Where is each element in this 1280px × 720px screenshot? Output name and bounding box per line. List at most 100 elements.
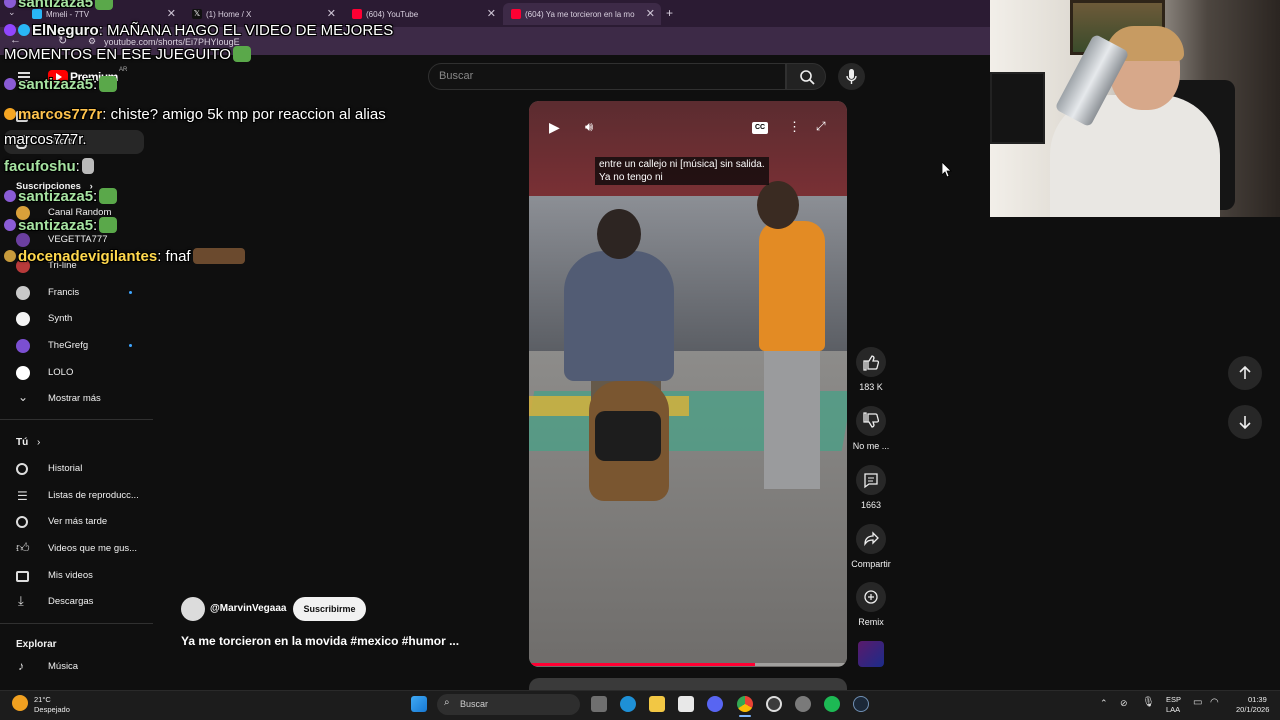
play-icon[interactable]: ▶ — [549, 119, 560, 136]
chat-message: marcos777r: chiste? amigo 5k mp por reac… — [4, 106, 386, 123]
sidebar-item-liked-videos[interactable]: 👍︎ Videos que me gus... — [0, 537, 153, 561]
you-section-header[interactable]: Tú › — [16, 437, 40, 448]
channel-name[interactable]: @MarvinVegaaa — [210, 603, 286, 614]
chat-text: : chiste? amigo 5k mp por reaccion al al… — [102, 106, 386, 123]
chat-username: ElNeguro — [32, 22, 99, 39]
weather-description[interactable]: Despejado — [34, 705, 70, 714]
microphone-icon[interactable]: 🎙︎ — [1142, 697, 1155, 708]
windows-start-icon[interactable] — [411, 696, 427, 712]
sidebar-item-label: Listas de reproducc... — [48, 490, 139, 501]
wifi-icon[interactable]: ◠ — [1210, 697, 1219, 708]
close-icon[interactable]: ✕ — [167, 7, 176, 20]
previous-short-button[interactable] — [1228, 356, 1262, 390]
weather-temperature[interactable]: 21°C — [34, 695, 51, 704]
new-tab-button[interactable]: + — [666, 6, 673, 20]
chat-text: MOMENTOS EN ESE JUEGUITO — [4, 46, 231, 63]
tab-title: (604) Ya me torcieron en la mo — [525, 9, 635, 19]
search-input[interactable] — [428, 63, 786, 90]
more-options-icon[interactable]: ⋮ — [788, 119, 801, 135]
task-view-icon[interactable] — [591, 696, 607, 712]
chevron-down-icon: ⌄ — [18, 390, 29, 404]
display-icon[interactable]: ▭ — [1193, 697, 1202, 708]
dislike-button[interactable] — [856, 406, 886, 436]
close-icon[interactable]: ✕ — [646, 7, 655, 20]
chat-badge-icon — [4, 190, 16, 202]
sidebar-item-watch-later[interactable]: Ver más tarde — [0, 510, 153, 534]
sidebar-item-subscription[interactable]: TheGrefg — [0, 334, 153, 358]
like-button[interactable] — [856, 347, 886, 377]
sidebar-item-my-videos[interactable]: Mis videos — [0, 564, 153, 588]
chat-username: santizaza5 — [18, 0, 94, 11]
sidebar-item-history[interactable]: Historial — [0, 457, 153, 481]
next-short-button[interactable] — [1228, 405, 1262, 439]
sidebar-divider — [0, 623, 153, 624]
next-short-preview[interactable] — [529, 678, 847, 690]
fullscreen-icon[interactable]: ⤢ — [816, 119, 826, 134]
explore-header: Explorar — [16, 639, 57, 650]
chat-badge-icon — [18, 24, 30, 36]
close-icon[interactable]: ✕ — [487, 7, 496, 20]
settings-icon[interactable] — [795, 696, 811, 712]
steam-icon[interactable] — [853, 696, 869, 712]
remix-label: Remix — [858, 617, 884, 627]
discord-icon[interactable] — [707, 696, 723, 712]
emote-icon — [81, 158, 94, 174]
volume-icon[interactable]: 🔊︎ — [585, 119, 593, 135]
chat-text: : — [93, 217, 98, 234]
tab-title: (604) YouTube — [366, 9, 419, 19]
video-title[interactable]: Ya me torcieron en la movida #mexico #hu… — [181, 634, 459, 648]
fnaf-emote-icon — [192, 248, 245, 264]
show-more-button[interactable]: ⌄ Mostrar más — [0, 387, 153, 411]
arrow-up-icon — [1239, 365, 1251, 379]
chat-username: santizaza5 — [18, 188, 94, 205]
video-scene — [564, 251, 674, 381]
subscribe-button[interactable]: Suscribirme — [293, 597, 366, 621]
sidebar-item-label: Videos que me gus... — [48, 543, 138, 554]
obs-icon[interactable] — [766, 696, 782, 712]
avatar[interactable] — [181, 597, 205, 621]
close-icon[interactable]: ✕ — [327, 7, 336, 20]
voice-search-button[interactable] — [838, 63, 865, 90]
taskbar-search-input[interactable] — [437, 694, 580, 715]
share-button[interactable] — [856, 524, 886, 554]
spotify-icon[interactable] — [824, 696, 840, 712]
clock-time[interactable]: 01:39 — [1248, 695, 1267, 704]
keyboard-layout[interactable]: LAA — [1166, 705, 1180, 714]
progress-bar[interactable] — [529, 663, 755, 666]
sidebar-item-subscription[interactable]: Synth — [0, 307, 153, 331]
search-icon: ⌕ — [444, 697, 450, 708]
chat-message: facufoshu: — [4, 158, 94, 175]
short-video-player[interactable]: ▶ 🔊︎ CC ⋮ ⤢ entre un callejo ni [música]… — [529, 101, 847, 667]
language-indicator[interactable]: ESP — [1166, 695, 1181, 704]
sidebar-item-label: VEGETTA777 — [48, 234, 108, 245]
store-icon[interactable] — [678, 696, 694, 712]
sidebar-item-downloads[interactable]: ⤓ Descargas — [0, 590, 153, 614]
search-button[interactable] — [786, 63, 826, 90]
sidebar-divider — [0, 419, 153, 420]
chevron-up-icon[interactable]: ⌃ — [1100, 698, 1108, 709]
chat-username: facufoshu — [4, 158, 76, 175]
file-explorer-icon[interactable] — [649, 696, 665, 712]
browser-tab-active[interactable]: (604) Ya me torcieron en la mo ✕ — [503, 3, 661, 25]
chat-text: : MAÑANA HAGO EL VIDEO DE MEJORES — [98, 22, 394, 39]
avatar — [16, 286, 30, 300]
remix-button[interactable] — [856, 582, 886, 612]
chrome-icon[interactable] — [737, 696, 753, 712]
sidebar-item-playlists[interactable]: ☰ Listas de reproducc... — [0, 484, 153, 508]
share-icon — [864, 531, 879, 547]
network-icon[interactable]: ⊘ — [1120, 698, 1128, 709]
clock-date[interactable]: 20/1/2026 — [1236, 705, 1269, 714]
watch-later-icon — [16, 516, 28, 528]
sidebar-item-subscription[interactable]: Francis — [0, 281, 153, 305]
sidebar-item-subscription[interactable]: LOLO — [0, 361, 153, 385]
edge-icon[interactable] — [620, 696, 636, 712]
weather-icon[interactable] — [12, 695, 28, 711]
avatar — [16, 366, 30, 380]
comments-button[interactable] — [856, 465, 886, 495]
pepe-emote-icon — [99, 217, 118, 233]
video-scene — [597, 209, 641, 259]
captions-button[interactable]: CC — [752, 122, 768, 134]
audio-thumbnail[interactable] — [858, 641, 884, 667]
sidebar-item-label: Mostrar más — [48, 393, 101, 404]
sidebar-item-music[interactable]: ♪ Música — [0, 655, 153, 679]
